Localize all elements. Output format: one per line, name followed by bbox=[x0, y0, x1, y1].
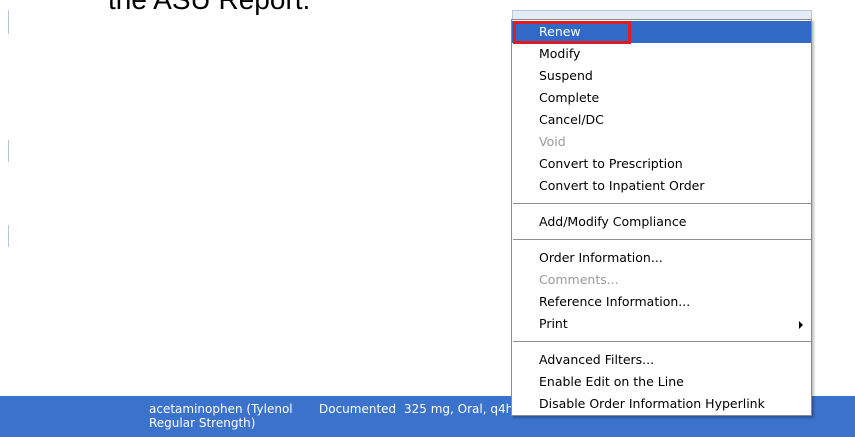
menu-separator bbox=[513, 203, 811, 204]
menu-separator bbox=[513, 341, 811, 342]
caption-text: the ASU Report. bbox=[108, 0, 310, 16]
menu-item-cancel-dc[interactable]: Cancel/DC bbox=[512, 109, 811, 131]
menu-item-modify[interactable]: Modify bbox=[512, 43, 811, 65]
menu-item-order-information[interactable]: Order Information... bbox=[512, 247, 811, 269]
menu-item-print-label: Print bbox=[539, 316, 568, 331]
menu-item-enable-edit-on-line[interactable]: Enable Edit on the Line bbox=[512, 371, 811, 393]
menu-item-convert-to-prescription[interactable]: Convert to Prescription bbox=[512, 153, 811, 175]
list-divider bbox=[8, 225, 9, 247]
menu-item-suspend[interactable]: Suspend bbox=[512, 65, 811, 87]
order-drug-name: acetaminophen (Tylenol Regular Strength) bbox=[149, 402, 293, 430]
menu-item-reference-information[interactable]: Reference Information... bbox=[512, 291, 811, 313]
menu-item-add-modify-compliance[interactable]: Add/Modify Compliance bbox=[512, 211, 811, 233]
list-divider bbox=[8, 140, 9, 162]
submenu-arrow-icon bbox=[799, 321, 803, 329]
menu-separator bbox=[513, 239, 811, 240]
order-status: Documented bbox=[319, 402, 397, 416]
menu-item-advanced-filters[interactable]: Advanced Filters... bbox=[512, 349, 811, 371]
menu-item-convert-to-inpatient-order[interactable]: Convert to Inpatient Order bbox=[512, 175, 811, 197]
list-divider bbox=[8, 10, 9, 34]
menu-item-print[interactable]: Print bbox=[512, 313, 811, 335]
menu-item-renew[interactable]: Renew bbox=[512, 21, 811, 43]
menu-item-complete[interactable]: Complete bbox=[512, 87, 811, 109]
menu-item-disable-order-info-hyperlink[interactable]: Disable Order Information Hyperlink bbox=[512, 393, 811, 415]
context-menu: Renew Modify Suspend Complete Cancel/DC … bbox=[511, 19, 812, 416]
menu-item-void: Void bbox=[539, 134, 566, 149]
menu-item-comments: Comments... bbox=[539, 272, 619, 287]
